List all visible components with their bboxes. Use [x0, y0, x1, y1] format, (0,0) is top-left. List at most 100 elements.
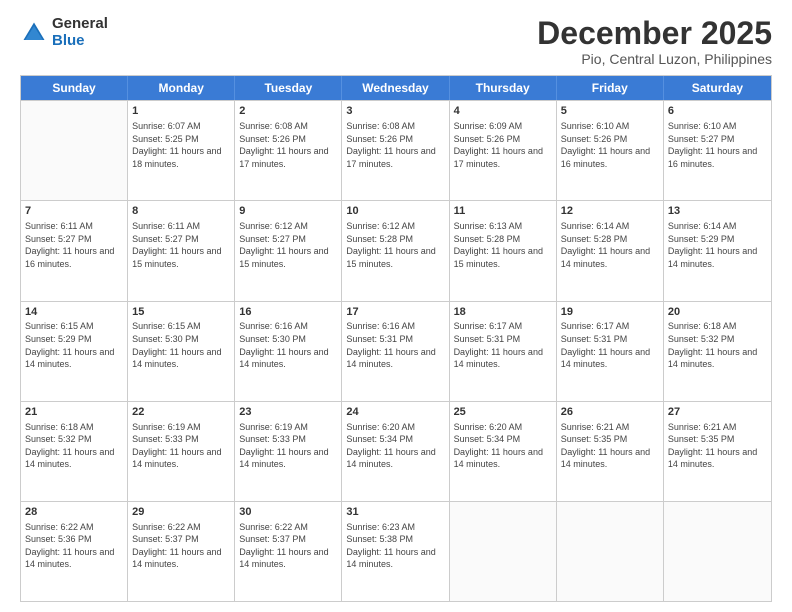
cell-info: Sunrise: 6:19 AMSunset: 5:33 PMDaylight:…: [239, 421, 337, 471]
day-number: 5: [561, 104, 659, 119]
day-number: 25: [454, 405, 552, 420]
cal-cell-15: 15Sunrise: 6:15 AMSunset: 5:30 PMDayligh…: [128, 302, 235, 401]
cal-cell-16: 16Sunrise: 6:16 AMSunset: 5:30 PMDayligh…: [235, 302, 342, 401]
day-number: 17: [346, 305, 444, 320]
day-number: 26: [561, 405, 659, 420]
cal-cell-19: 19Sunrise: 6:17 AMSunset: 5:31 PMDayligh…: [557, 302, 664, 401]
cell-info: Sunrise: 6:10 AMSunset: 5:27 PMDaylight:…: [668, 120, 767, 170]
header: General Blue December 2025 Pio, Central …: [20, 16, 772, 67]
day-number: 24: [346, 405, 444, 420]
cal-cell-empty: [557, 502, 664, 601]
cal-cell-empty: [664, 502, 771, 601]
cal-cell-26: 26Sunrise: 6:21 AMSunset: 5:35 PMDayligh…: [557, 402, 664, 501]
cell-info: Sunrise: 6:16 AMSunset: 5:30 PMDaylight:…: [239, 320, 337, 370]
day-number: 29: [132, 505, 230, 520]
cell-info: Sunrise: 6:15 AMSunset: 5:29 PMDaylight:…: [25, 320, 123, 370]
cell-info: Sunrise: 6:21 AMSunset: 5:35 PMDaylight:…: [668, 421, 767, 471]
cal-cell-3: 3Sunrise: 6:08 AMSunset: 5:26 PMDaylight…: [342, 101, 449, 200]
day-number: 7: [25, 204, 123, 219]
cal-cell-14: 14Sunrise: 6:15 AMSunset: 5:29 PMDayligh…: [21, 302, 128, 401]
logo: General Blue: [20, 16, 108, 49]
header-day-monday: Monday: [128, 76, 235, 100]
cal-cell-empty: [450, 502, 557, 601]
title-block: December 2025 Pio, Central Luzon, Philip…: [537, 16, 772, 67]
cal-row-0: 1Sunrise: 6:07 AMSunset: 5:25 PMDaylight…: [21, 100, 771, 200]
cal-cell-13: 13Sunrise: 6:14 AMSunset: 5:29 PMDayligh…: [664, 201, 771, 300]
cell-info: Sunrise: 6:17 AMSunset: 5:31 PMDaylight:…: [561, 320, 659, 370]
day-number: 14: [25, 305, 123, 320]
calendar-body: 1Sunrise: 6:07 AMSunset: 5:25 PMDaylight…: [21, 100, 771, 601]
header-day-saturday: Saturday: [664, 76, 771, 100]
cal-cell-21: 21Sunrise: 6:18 AMSunset: 5:32 PMDayligh…: [21, 402, 128, 501]
cal-cell-empty: [21, 101, 128, 200]
logo-general-text: General: [52, 16, 108, 33]
cell-info: Sunrise: 6:20 AMSunset: 5:34 PMDaylight:…: [454, 421, 552, 471]
cell-info: Sunrise: 6:23 AMSunset: 5:38 PMDaylight:…: [346, 521, 444, 571]
cell-info: Sunrise: 6:22 AMSunset: 5:37 PMDaylight:…: [132, 521, 230, 571]
cal-cell-12: 12Sunrise: 6:14 AMSunset: 5:28 PMDayligh…: [557, 201, 664, 300]
day-number: 11: [454, 204, 552, 219]
cell-info: Sunrise: 6:20 AMSunset: 5:34 PMDaylight:…: [346, 421, 444, 471]
cell-info: Sunrise: 6:14 AMSunset: 5:29 PMDaylight:…: [668, 220, 767, 270]
cal-cell-31: 31Sunrise: 6:23 AMSunset: 5:38 PMDayligh…: [342, 502, 449, 601]
day-number: 12: [561, 204, 659, 219]
cal-row-3: 21Sunrise: 6:18 AMSunset: 5:32 PMDayligh…: [21, 401, 771, 501]
cell-info: Sunrise: 6:22 AMSunset: 5:37 PMDaylight:…: [239, 521, 337, 571]
calendar: SundayMondayTuesdayWednesdayThursdayFrid…: [20, 75, 772, 602]
cell-info: Sunrise: 6:12 AMSunset: 5:28 PMDaylight:…: [346, 220, 444, 270]
cal-cell-9: 9Sunrise: 6:12 AMSunset: 5:27 PMDaylight…: [235, 201, 342, 300]
cell-info: Sunrise: 6:08 AMSunset: 5:26 PMDaylight:…: [346, 120, 444, 170]
day-number: 23: [239, 405, 337, 420]
day-number: 20: [668, 305, 767, 320]
cal-cell-6: 6Sunrise: 6:10 AMSunset: 5:27 PMDaylight…: [664, 101, 771, 200]
cal-cell-10: 10Sunrise: 6:12 AMSunset: 5:28 PMDayligh…: [342, 201, 449, 300]
cell-info: Sunrise: 6:09 AMSunset: 5:26 PMDaylight:…: [454, 120, 552, 170]
logo-icon: [20, 19, 48, 47]
cell-info: Sunrise: 6:08 AMSunset: 5:26 PMDaylight:…: [239, 120, 337, 170]
day-number: 10: [346, 204, 444, 219]
calendar-title: December 2025: [537, 16, 772, 51]
cal-cell-5: 5Sunrise: 6:10 AMSunset: 5:26 PMDaylight…: [557, 101, 664, 200]
cal-cell-28: 28Sunrise: 6:22 AMSunset: 5:36 PMDayligh…: [21, 502, 128, 601]
cell-info: Sunrise: 6:21 AMSunset: 5:35 PMDaylight:…: [561, 421, 659, 471]
header-day-sunday: Sunday: [21, 76, 128, 100]
day-number: 1: [132, 104, 230, 119]
header-day-wednesday: Wednesday: [342, 76, 449, 100]
day-number: 18: [454, 305, 552, 320]
cell-info: Sunrise: 6:19 AMSunset: 5:33 PMDaylight:…: [132, 421, 230, 471]
cell-info: Sunrise: 6:10 AMSunset: 5:26 PMDaylight:…: [561, 120, 659, 170]
cal-row-4: 28Sunrise: 6:22 AMSunset: 5:36 PMDayligh…: [21, 501, 771, 601]
cell-info: Sunrise: 6:15 AMSunset: 5:30 PMDaylight:…: [132, 320, 230, 370]
cell-info: Sunrise: 6:18 AMSunset: 5:32 PMDaylight:…: [25, 421, 123, 471]
cal-cell-4: 4Sunrise: 6:09 AMSunset: 5:26 PMDaylight…: [450, 101, 557, 200]
day-number: 19: [561, 305, 659, 320]
cal-cell-20: 20Sunrise: 6:18 AMSunset: 5:32 PMDayligh…: [664, 302, 771, 401]
cal-cell-22: 22Sunrise: 6:19 AMSunset: 5:33 PMDayligh…: [128, 402, 235, 501]
cell-info: Sunrise: 6:07 AMSunset: 5:25 PMDaylight:…: [132, 120, 230, 170]
cell-info: Sunrise: 6:11 AMSunset: 5:27 PMDaylight:…: [25, 220, 123, 270]
cal-cell-18: 18Sunrise: 6:17 AMSunset: 5:31 PMDayligh…: [450, 302, 557, 401]
cell-info: Sunrise: 6:12 AMSunset: 5:27 PMDaylight:…: [239, 220, 337, 270]
day-number: 3: [346, 104, 444, 119]
cell-info: Sunrise: 6:18 AMSunset: 5:32 PMDaylight:…: [668, 320, 767, 370]
cal-cell-7: 7Sunrise: 6:11 AMSunset: 5:27 PMDaylight…: [21, 201, 128, 300]
day-number: 30: [239, 505, 337, 520]
header-day-thursday: Thursday: [450, 76, 557, 100]
calendar-subtitle: Pio, Central Luzon, Philippines: [537, 51, 772, 67]
logo-blue-text: Blue: [52, 33, 108, 50]
day-number: 31: [346, 505, 444, 520]
day-number: 2: [239, 104, 337, 119]
cell-info: Sunrise: 6:22 AMSunset: 5:36 PMDaylight:…: [25, 521, 123, 571]
cal-cell-29: 29Sunrise: 6:22 AMSunset: 5:37 PMDayligh…: [128, 502, 235, 601]
page: General Blue December 2025 Pio, Central …: [0, 0, 792, 612]
day-number: 28: [25, 505, 123, 520]
cal-row-2: 14Sunrise: 6:15 AMSunset: 5:29 PMDayligh…: [21, 301, 771, 401]
calendar-header: SundayMondayTuesdayWednesdayThursdayFrid…: [21, 76, 771, 100]
cal-cell-23: 23Sunrise: 6:19 AMSunset: 5:33 PMDayligh…: [235, 402, 342, 501]
cal-cell-2: 2Sunrise: 6:08 AMSunset: 5:26 PMDaylight…: [235, 101, 342, 200]
header-day-friday: Friday: [557, 76, 664, 100]
day-number: 16: [239, 305, 337, 320]
header-day-tuesday: Tuesday: [235, 76, 342, 100]
cell-info: Sunrise: 6:17 AMSunset: 5:31 PMDaylight:…: [454, 320, 552, 370]
day-number: 22: [132, 405, 230, 420]
